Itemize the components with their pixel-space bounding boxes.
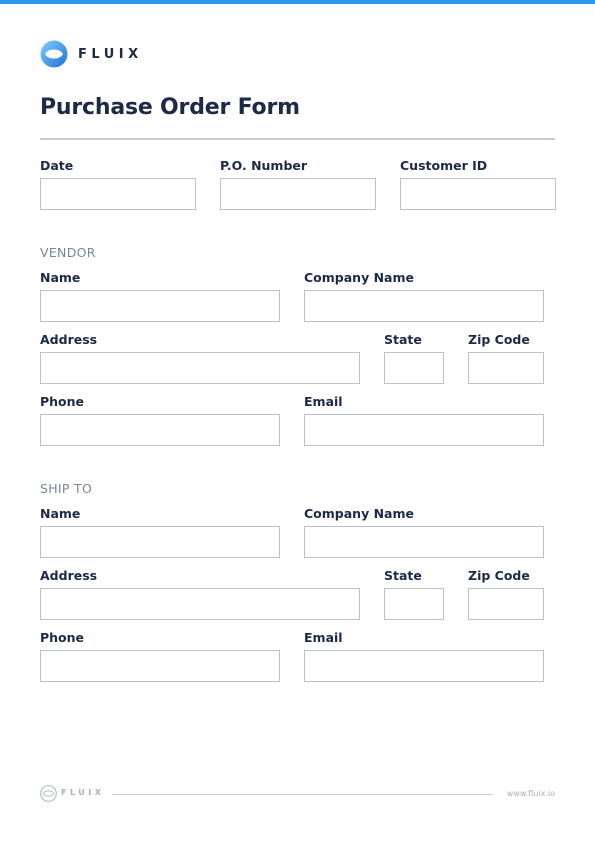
ship-to-address-label: Address <box>40 568 98 583</box>
fluix-logo-icon <box>40 40 68 68</box>
ship-to-state-label: State <box>384 568 422 583</box>
ship-to-company-field[interactable] <box>304 526 544 558</box>
date-label: Date <box>40 158 74 173</box>
ship-to-state-field[interactable] <box>384 588 444 620</box>
ship-to-email-label: Email <box>304 630 343 645</box>
ship-to-address-field[interactable] <box>40 588 360 620</box>
vendor-zip-field[interactable] <box>468 352 544 384</box>
vendor-company-field[interactable] <box>304 290 544 322</box>
ship-to-name-label: Name <box>40 506 81 521</box>
vendor-address-label: Address <box>40 332 98 347</box>
ship-to-email-field[interactable] <box>304 650 544 682</box>
ship-to-zip-label: Zip Code <box>468 568 530 583</box>
vendor-phone-label: Phone <box>40 394 85 409</box>
vendor-state-field[interactable] <box>384 352 444 384</box>
ship-to-zip-field[interactable] <box>468 588 544 620</box>
page-title: Purchase Order Form <box>40 95 300 120</box>
footer-wordmark: FLUIX <box>61 788 105 797</box>
vendor-name-label: Name <box>40 270 81 285</box>
ship-to-section-heading: SHIP TO <box>40 481 93 496</box>
top-accent-bar <box>0 0 595 4</box>
vendor-name-field[interactable] <box>40 290 280 322</box>
vendor-state-label: State <box>384 332 422 347</box>
ship-to-phone-label: Phone <box>40 630 85 645</box>
footer-divider <box>112 794 493 795</box>
vendor-section-heading: VENDOR <box>40 245 96 260</box>
customer-id-label: Customer ID <box>400 158 488 173</box>
vendor-zip-label: Zip Code <box>468 332 530 347</box>
brand-wordmark: FLUIX <box>78 46 143 62</box>
ship-to-phone-field[interactable] <box>40 650 280 682</box>
vendor-email-field[interactable] <box>304 414 544 446</box>
brand-logo: FLUIX <box>40 40 143 68</box>
vendor-email-label: Email <box>304 394 343 409</box>
date-field[interactable] <box>40 178 196 210</box>
po-number-field[interactable] <box>220 178 376 210</box>
footer-url-link[interactable]: www.fluix.io <box>507 789 555 798</box>
vendor-company-label: Company Name <box>304 270 414 285</box>
vendor-phone-field[interactable] <box>40 414 280 446</box>
title-divider <box>40 138 555 140</box>
po-number-label: P.O. Number <box>220 158 308 173</box>
ship-to-company-label: Company Name <box>304 506 414 521</box>
customer-id-field[interactable] <box>400 178 556 210</box>
vendor-address-field[interactable] <box>40 352 360 384</box>
fluix-footer-logo-icon <box>40 785 57 802</box>
ship-to-name-field[interactable] <box>40 526 280 558</box>
